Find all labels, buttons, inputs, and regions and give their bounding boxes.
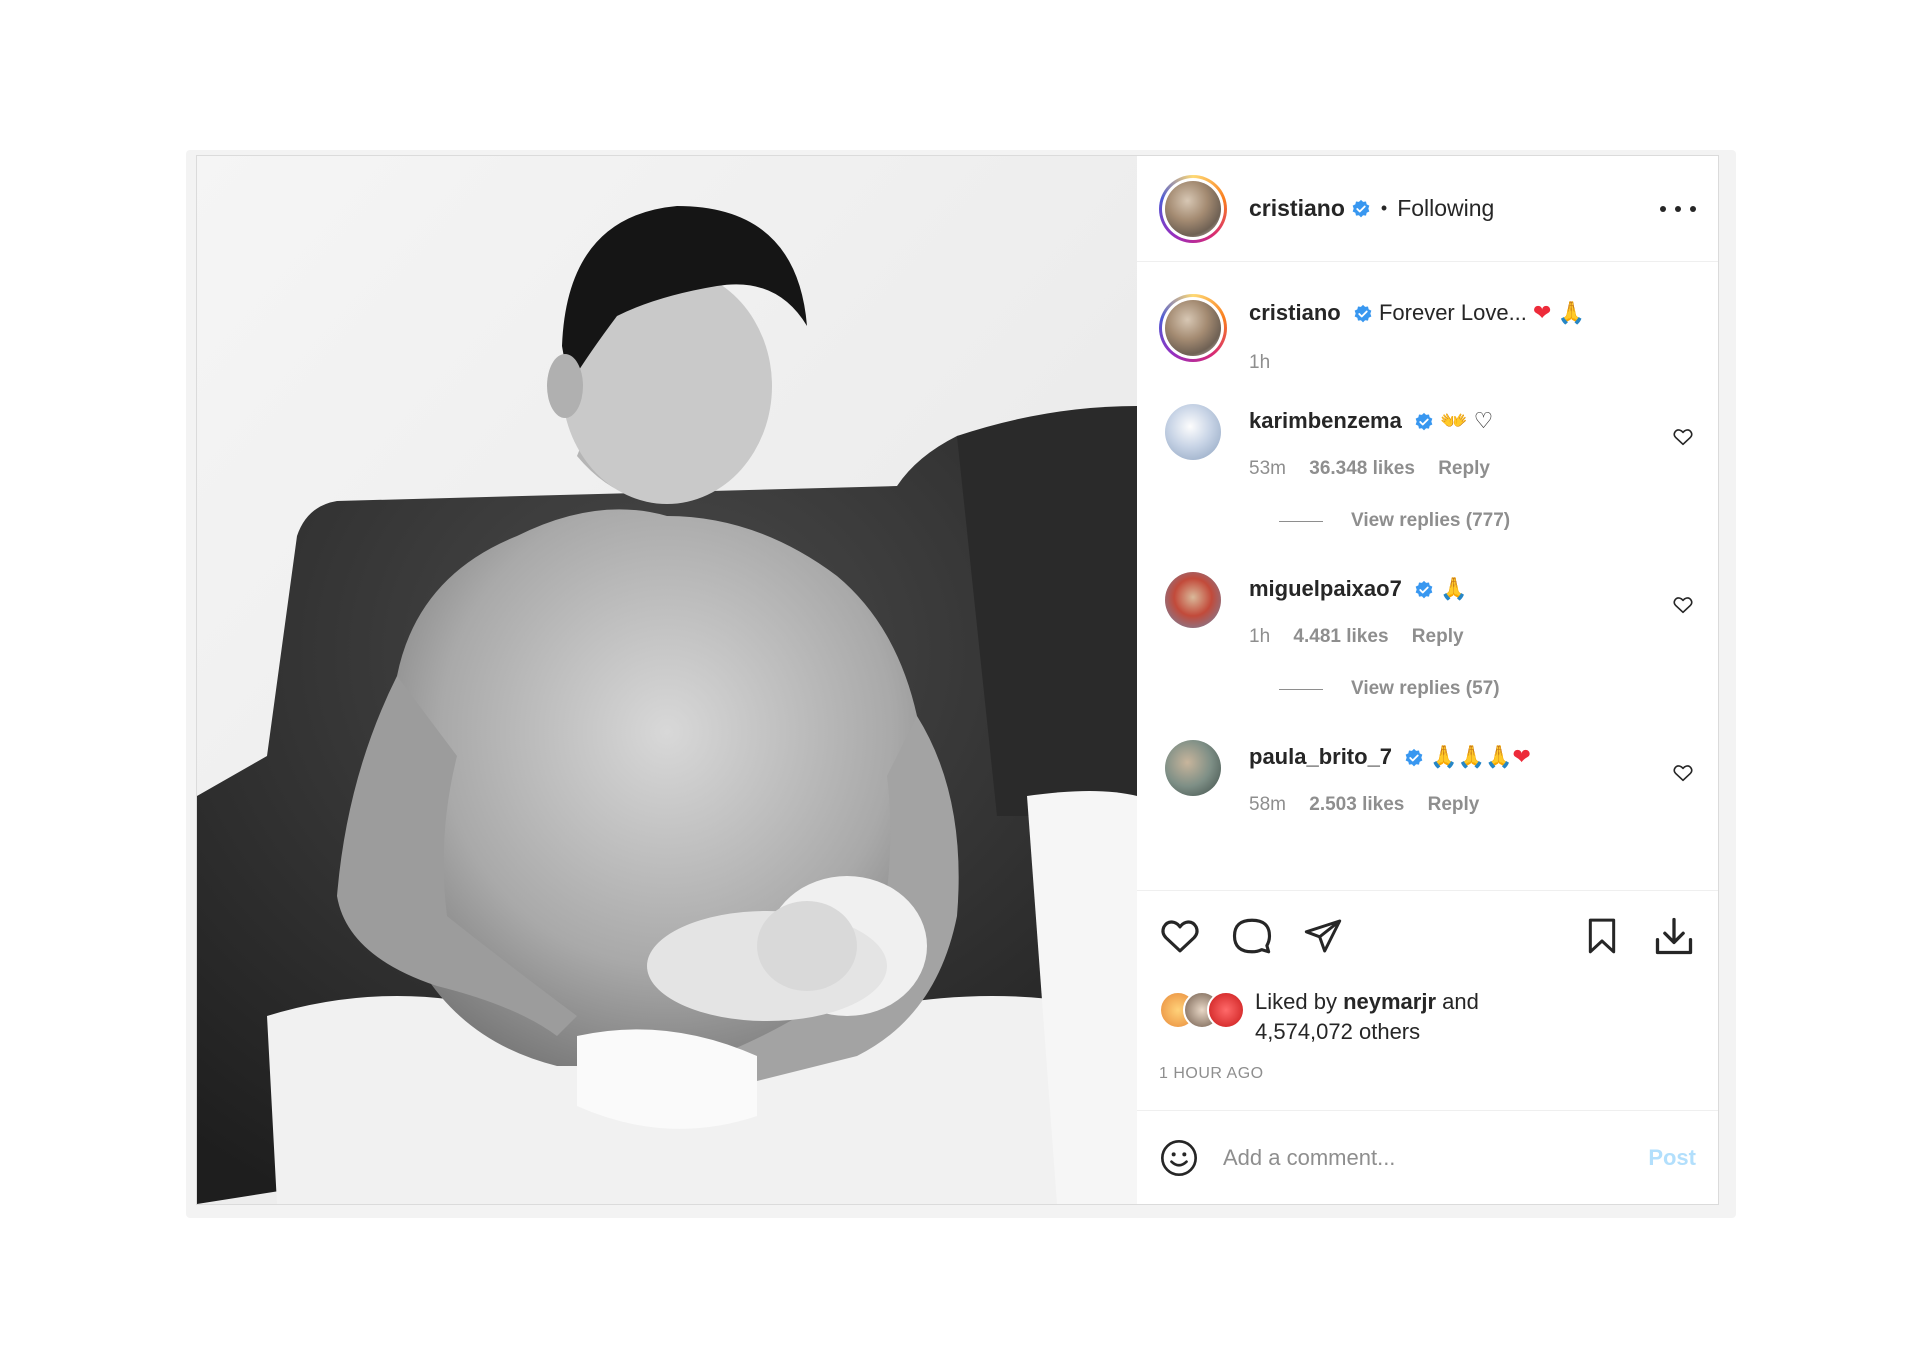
post-photo[interactable] (197, 156, 1137, 1204)
comment-likes[interactable]: 36.348 likes (1309, 458, 1415, 479)
praying-hands-emoji-icon: 🙏 (1440, 577, 1468, 602)
verified-badge-icon (1354, 305, 1372, 323)
red-heart-emoji-icon: ❤ (1512, 745, 1531, 770)
white-heart-emoji-icon: ♡ (1473, 409, 1494, 434)
liker-avatars[interactable] (1159, 991, 1251, 1029)
comment-input[interactable] (1221, 1143, 1649, 1172)
commenter-avatar[interactable] (1165, 740, 1221, 796)
replies-divider (1279, 520, 1323, 522)
add-comment-bar: Post (1137, 1110, 1718, 1204)
liked-by-conj: and (1442, 989, 1479, 1014)
comment-likes[interactable]: 2.503 likes (1309, 794, 1404, 815)
comment-time: 53m (1249, 458, 1286, 479)
comment-username[interactable]: karimbenzema (1249, 408, 1402, 433)
action-bar (1159, 911, 1696, 961)
comment-time: 58m (1249, 794, 1286, 815)
view-replies-label[interactable]: View replies (777) (1351, 510, 1510, 532)
reply-button[interactable]: Reply (1412, 626, 1464, 647)
emoji-smiley-icon[interactable] (1159, 1138, 1199, 1178)
praying-hands-emoji-icon: 🙏 (1485, 745, 1513, 770)
post-header: cristiano • Following (1137, 156, 1718, 262)
post-timestamp: 1 HOUR AGO (1159, 1065, 1264, 1082)
author-avatar[interactable] (1159, 174, 1227, 243)
verified-badge-icon (1352, 199, 1370, 217)
like-heart-icon[interactable] (1159, 915, 1201, 957)
red-heart-emoji-icon: ❤ (1533, 301, 1552, 326)
likes-summary: Liked by neymarjr and 4,574,072 others (1159, 989, 1696, 1047)
caption-text: Forever Love... (1378, 300, 1527, 325)
more-options-icon[interactable] (1660, 197, 1696, 221)
praying-hands-emoji-icon: 🙏 (1457, 745, 1486, 770)
commenter-avatar[interactable] (1165, 404, 1221, 460)
download-icon[interactable] (1652, 914, 1696, 958)
share-paper-plane-icon[interactable] (1303, 916, 1343, 956)
author-username[interactable]: cristiano (1249, 195, 1345, 222)
comment-likes[interactable]: 4.481 likes (1293, 626, 1388, 647)
comments-list[interactable]: cristiano Forever Love... ❤ 🙏 1h karimbe… (1137, 262, 1718, 890)
comment-item: karimbenzema 👐 ♡ 53m 36.348 likes Reply (1159, 404, 1696, 480)
header-separator: • (1380, 198, 1388, 218)
verified-badge-icon (1415, 413, 1433, 431)
comment-like-heart-icon[interactable] (1672, 594, 1694, 616)
caption-username[interactable]: cristiano (1249, 300, 1341, 325)
comment-item: paula_brito_7 🙏🙏🙏❤ 58m 2.503 likes Reply (1159, 740, 1696, 816)
comment-username[interactable]: paula_brito_7 (1249, 744, 1392, 769)
view-replies-button[interactable]: View replies (57) (1279, 678, 1696, 700)
open-hands-emoji-icon: 👐 (1440, 409, 1468, 434)
comment-time: 1h (1249, 626, 1271, 647)
verified-badge-icon (1415, 581, 1433, 599)
view-replies-label[interactable]: View replies (57) (1351, 678, 1500, 700)
commenter-avatar[interactable] (1165, 572, 1221, 628)
comment-username[interactable]: miguelpaixao7 (1249, 576, 1402, 601)
post-actions: Liked by neymarjr and 4,574,072 others 1… (1137, 890, 1718, 1108)
view-replies-button[interactable]: View replies (777) (1279, 510, 1696, 532)
liked-by-others[interactable]: 4,574,072 others (1255, 1019, 1420, 1044)
replies-divider (1279, 688, 1323, 690)
reply-button[interactable]: Reply (1428, 794, 1480, 815)
post-comment-button[interactable]: Post (1648, 1145, 1696, 1171)
comment-like-heart-icon[interactable] (1672, 762, 1694, 784)
photo-illustration (197, 156, 1137, 1204)
comment-bubble-icon[interactable] (1231, 915, 1273, 957)
post-side-panel: cristiano • Following cristiano Forever … (1137, 156, 1718, 1204)
praying-hands-emoji-icon: 🙏 (1430, 745, 1458, 770)
comment-item: miguelpaixao7 🙏 1h 4.481 likes Reply (1159, 572, 1696, 648)
post-caption: cristiano Forever Love... ❤ 🙏 1h (1159, 294, 1696, 374)
comment-like-heart-icon[interactable] (1672, 426, 1694, 448)
caption-avatar[interactable] (1159, 294, 1227, 362)
instagram-post: cristiano • Following cristiano Forever … (196, 155, 1719, 1205)
reply-button[interactable]: Reply (1438, 458, 1490, 479)
save-bookmark-icon[interactable] (1582, 916, 1622, 956)
following-button[interactable]: Following (1397, 195, 1494, 222)
liked-by-user[interactable]: neymarjr (1343, 989, 1436, 1014)
verified-badge-icon (1405, 749, 1423, 767)
caption-time: 1h (1249, 352, 1271, 373)
liked-by-prefix: Liked by (1255, 989, 1337, 1014)
praying-hands-emoji-icon: 🙏 (1557, 301, 1585, 326)
